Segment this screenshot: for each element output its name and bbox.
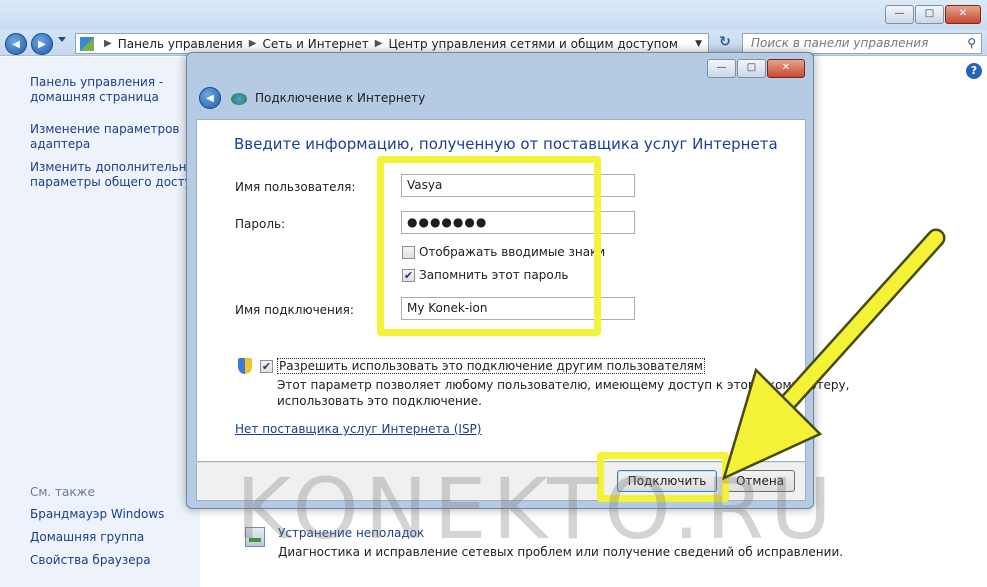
connection-name-label: Имя подключения: <box>235 303 354 317</box>
breadcrumb-item[interactable]: Панель управления <box>118 37 243 51</box>
dialog-minimize-button[interactable]: — <box>707 59 736 78</box>
network-globe-icon <box>231 93 247 105</box>
minimize-button[interactable]: — <box>885 5 914 24</box>
password-label: Пароль: <box>235 217 286 231</box>
annotation-arrow-icon <box>722 228 946 481</box>
address-bar[interactable]: ▶ Панель управления ▶ Сеть и Интернет ▶ … <box>75 33 709 54</box>
dialog-title: Подключение к Интернету <box>255 91 426 105</box>
breadcrumb-item[interactable]: Центр управления сетями и общим доступом <box>388 37 677 51</box>
maximize-button[interactable]: □ <box>915 5 944 24</box>
allow-others-checkbox[interactable]: ✔ <box>260 360 273 373</box>
allow-others-description-2: использовать это подключение. <box>277 394 482 408</box>
dialog-back-button[interactable]: ◀ <box>199 87 221 109</box>
back-arrow-icon: ◀ <box>12 39 20 50</box>
close-button[interactable]: ✕ <box>945 5 981 24</box>
breadcrumb-chevron-icon: ▶ <box>248 38 257 49</box>
see-also-firewall-link[interactable]: Брандмауэр Windows <box>30 507 164 522</box>
see-also-browser-properties-link[interactable]: Свойства браузера <box>30 553 151 568</box>
back-button[interactable]: ◀ <box>5 33 27 55</box>
see-also-heading: См. также <box>30 485 95 499</box>
see-also-homegroup-link[interactable]: Домашняя группа <box>30 530 144 545</box>
search-icon[interactable]: ⚲ <box>967 34 976 53</box>
refresh-icon: ↻ <box>719 34 731 50</box>
forward-arrow-icon: ▶ <box>38 39 46 50</box>
sidebar-link-home[interactable]: Панель управления - домашняя страница <box>30 75 163 105</box>
allow-others-label[interactable]: Разрешить использовать это подключение д… <box>277 358 705 374</box>
search-input[interactable]: Поиск в панели управления ⚲ <box>742 33 982 54</box>
refresh-button[interactable]: ↻ <box>714 34 736 53</box>
dialog-maximize-button[interactable]: □ <box>737 59 766 78</box>
help-icon[interactable]: ? <box>966 63 982 79</box>
address-dropdown-icon[interactable]: ▼ <box>695 39 702 49</box>
dialog-heading: Введите информацию, полученную от постав… <box>234 135 778 153</box>
back-arrow-icon: ◀ <box>206 93 214 104</box>
username-label: Имя пользователя: <box>235 180 356 194</box>
sidebar-link-adapter-settings[interactable]: Изменение параметров адаптера <box>30 122 180 152</box>
no-isp-link[interactable]: Нет поставщика услуг Интернета (ISP) <box>235 422 481 436</box>
uac-shield-icon <box>238 358 252 374</box>
dialog-header: ◀ Подключение к Интернету <box>196 82 806 118</box>
highlight-box-credentials <box>377 156 601 336</box>
dialog-close-button[interactable]: ✕ <box>767 59 805 78</box>
forward-button[interactable]: ▶ <box>31 33 53 55</box>
recent-pages-dropdown-icon[interactable] <box>58 37 66 42</box>
control-panel-icon <box>80 36 94 51</box>
window-titlebar: — □ ✕ <box>0 0 987 30</box>
breadcrumb-item[interactable]: Сеть и Интернет <box>262 37 368 51</box>
breadcrumb-chevron-icon: ▶ <box>374 38 383 49</box>
sidebar-link-sharing-settings[interactable]: Изменить дополнительные параметры общего … <box>30 160 207 190</box>
breadcrumb-chevron-icon: ▶ <box>104 38 112 49</box>
